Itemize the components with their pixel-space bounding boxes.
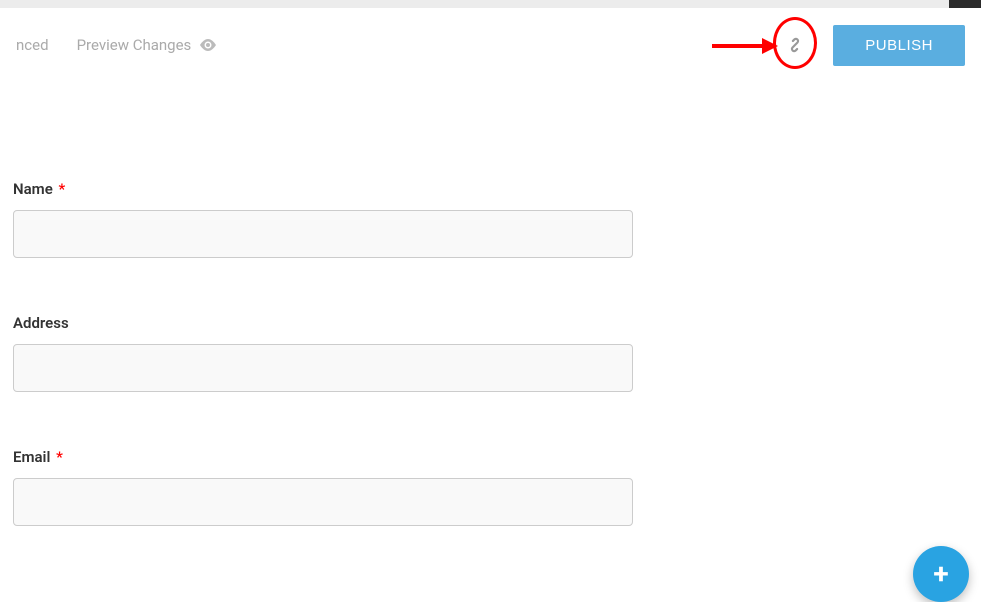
publish-button[interactable]: PUBLISH [833, 25, 965, 66]
header: nced Preview Changes PUBLISH [0, 8, 981, 82]
eye-icon [199, 36, 217, 54]
field-label-email: Email * [13, 448, 633, 466]
tab-advanced-partial[interactable]: nced [16, 36, 49, 54]
header-right: PUBLISH [775, 21, 965, 69]
field-label-text: Name [13, 180, 53, 198]
share-link-button[interactable] [775, 21, 815, 69]
field-label-text: Email [13, 448, 50, 466]
link-icon [782, 32, 808, 58]
form-field-email: Email * [13, 448, 633, 526]
form-field-name: Name * [13, 180, 633, 258]
top-bar-gray [0, 0, 981, 8]
form-field-address: Address [13, 314, 633, 392]
tab-preview-changes[interactable]: Preview Changes [77, 36, 218, 54]
required-star: * [59, 180, 66, 198]
email-input[interactable] [13, 478, 633, 526]
field-label-name: Name * [13, 180, 633, 198]
header-left-tabs: nced Preview Changes [16, 36, 217, 54]
plus-icon: + [933, 560, 948, 588]
top-bar-dark [949, 0, 981, 8]
form-area: Name * Address Email * [13, 180, 633, 582]
required-star: * [56, 448, 63, 466]
preview-changes-label: Preview Changes [77, 36, 192, 54]
field-label-address: Address [13, 314, 633, 332]
address-input[interactable] [13, 344, 633, 392]
field-label-text: Address [13, 314, 69, 332]
name-input[interactable] [13, 210, 633, 258]
add-fab-button[interactable]: + [913, 546, 969, 602]
